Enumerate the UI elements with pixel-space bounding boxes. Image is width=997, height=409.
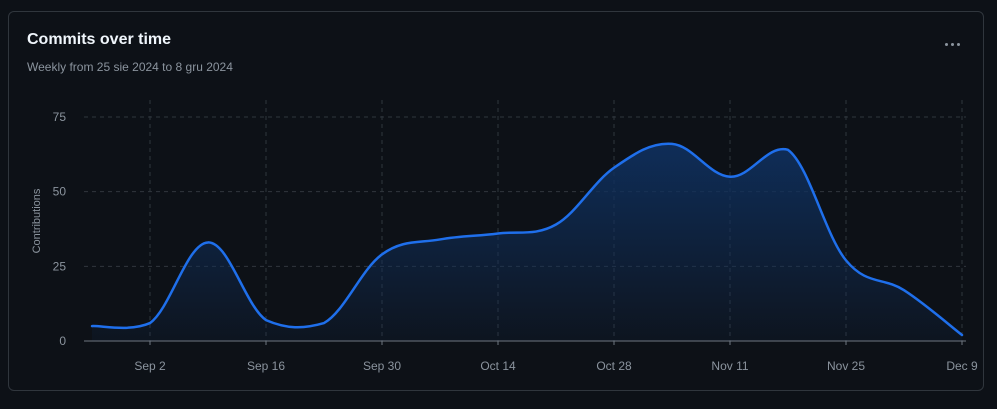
x-tick-labels: Sep 2 Sep 16 Sep 30 Oct 14 Oct 28 Nov 11 Nov 2… (134, 359, 978, 373)
commits-chart: 0 25 50 75 Sep 2 Sep 16 Sep 30 Oct 14 Oct 28 Nov… (31, 100, 978, 373)
y-axis-label: Contributions (31, 188, 43, 253)
x-tick-label: Sep 16 (247, 359, 285, 373)
area-fill (92, 143, 962, 341)
y-tick-labels: 0 25 50 75 (53, 110, 67, 348)
x-tick-label: Nov 25 (827, 359, 865, 373)
x-tick-label: Oct 14 (480, 359, 516, 373)
y-tick-label: 25 (53, 259, 67, 273)
x-tick-label: Dec 9 (946, 359, 978, 373)
x-tick-label: Nov 11 (711, 359, 748, 373)
area-fill-path (92, 143, 962, 341)
x-tick-label: Sep 2 (134, 359, 166, 373)
axes (84, 340, 966, 345)
y-tick-label: 0 (59, 334, 66, 348)
x-tick-label: Sep 30 (363, 359, 401, 373)
y-tick-label: 75 (53, 110, 67, 124)
y-tick-label: 50 (53, 185, 67, 199)
x-tick-label: Oct 28 (596, 359, 632, 373)
